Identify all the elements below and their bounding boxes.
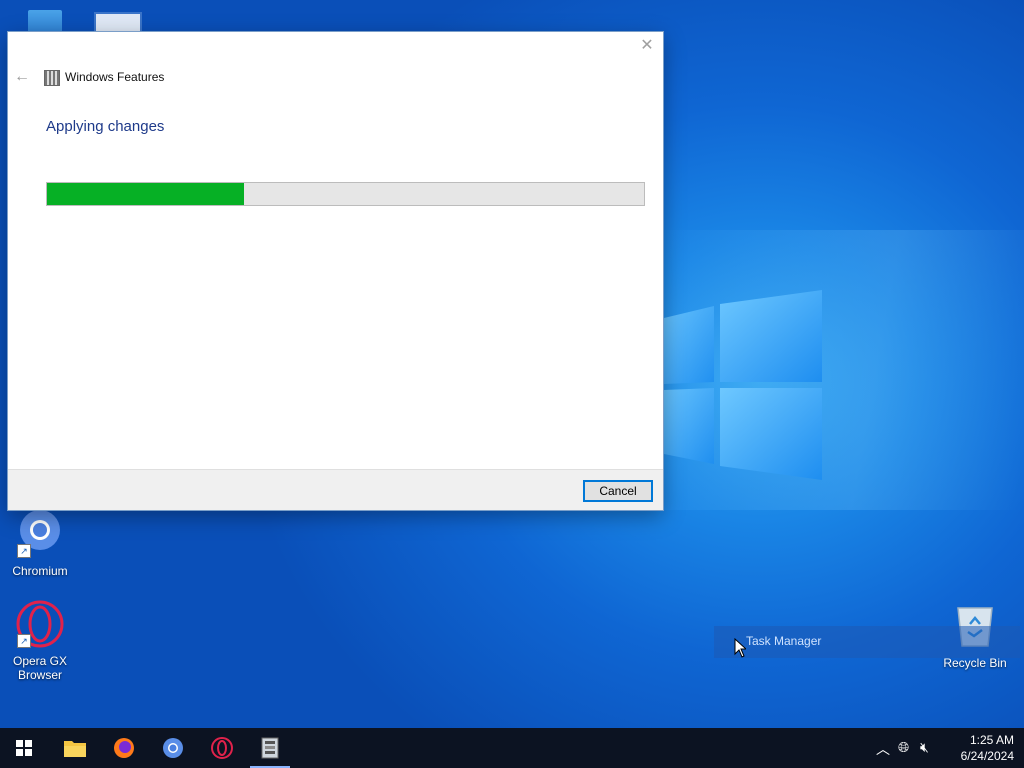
progress-fill xyxy=(47,183,244,205)
clock-date: 6/24/2024 xyxy=(960,749,1014,763)
chromium-icon xyxy=(163,738,183,758)
close-icon[interactable]: ✕ xyxy=(639,38,655,54)
desktop-icon-label: Opera GX Browser xyxy=(12,654,68,682)
opera-gx-icon xyxy=(211,737,233,759)
dialog-title: Windows Features xyxy=(65,70,165,84)
desktop-icon-opera-gx[interactable]: ↗ Opera GX Browser xyxy=(1,600,79,682)
opera-gx-icon: ↗ xyxy=(15,600,65,650)
volume-muted-icon[interactable]: 🔇︎ xyxy=(920,739,929,756)
task-manager-tooltip[interactable]: Task Manager xyxy=(714,626,1020,658)
system-tray: ︿ 🌐︎ 🔇︎ 1:25 AM 6/24/2024 xyxy=(876,728,1024,768)
chevron-up-icon[interactable]: ︿ xyxy=(876,739,890,759)
start-icon xyxy=(16,740,32,756)
chromium-icon: ↗ xyxy=(15,510,65,560)
back-arrow-icon[interactable]: ← xyxy=(14,68,30,86)
taskbar: ︿ 🌐︎ 🔇︎ 1:25 AM 6/24/2024 xyxy=(0,728,1024,768)
task-manager-label: Task Manager xyxy=(746,634,822,648)
taskbar-chromium[interactable] xyxy=(149,728,197,768)
shortcut-arrow-icon: ↗ xyxy=(17,544,31,558)
desktop-icon-label: Recycle Bin xyxy=(943,656,1007,670)
windows-features-dialog: ✕ ← Windows Features Applying changes Ca… xyxy=(8,32,663,510)
taskbar-firefox[interactable] xyxy=(100,728,148,768)
desktop-icon-label: Chromium xyxy=(12,564,68,578)
network-icon[interactable]: 🌐︎ xyxy=(898,739,909,756)
windows-features-icon xyxy=(44,70,60,86)
taskbar-opera-gx[interactable] xyxy=(198,728,246,768)
taskbar-file-explorer[interactable] xyxy=(50,728,98,768)
windows-features-icon xyxy=(261,737,279,759)
file-explorer-icon xyxy=(64,741,86,757)
progress-bar xyxy=(46,182,645,206)
clock[interactable]: 1:25 AM 6/24/2024 xyxy=(961,732,1014,764)
desktop-icon-chromium[interactable]: ↗ Chromium xyxy=(1,510,79,578)
dialog-footer: Cancel xyxy=(8,469,663,510)
windows-logo-wallpaper xyxy=(664,290,822,480)
cancel-button[interactable]: Cancel xyxy=(583,480,653,502)
firefox-icon xyxy=(114,738,134,758)
start-button[interactable] xyxy=(0,728,48,768)
page-heading: Applying changes xyxy=(46,118,165,135)
taskbar-windows-features[interactable] xyxy=(246,728,294,768)
shortcut-arrow-icon: ↗ xyxy=(17,634,31,648)
clock-time: 1:25 AM xyxy=(969,733,1014,747)
mouse-cursor-icon xyxy=(734,638,746,658)
